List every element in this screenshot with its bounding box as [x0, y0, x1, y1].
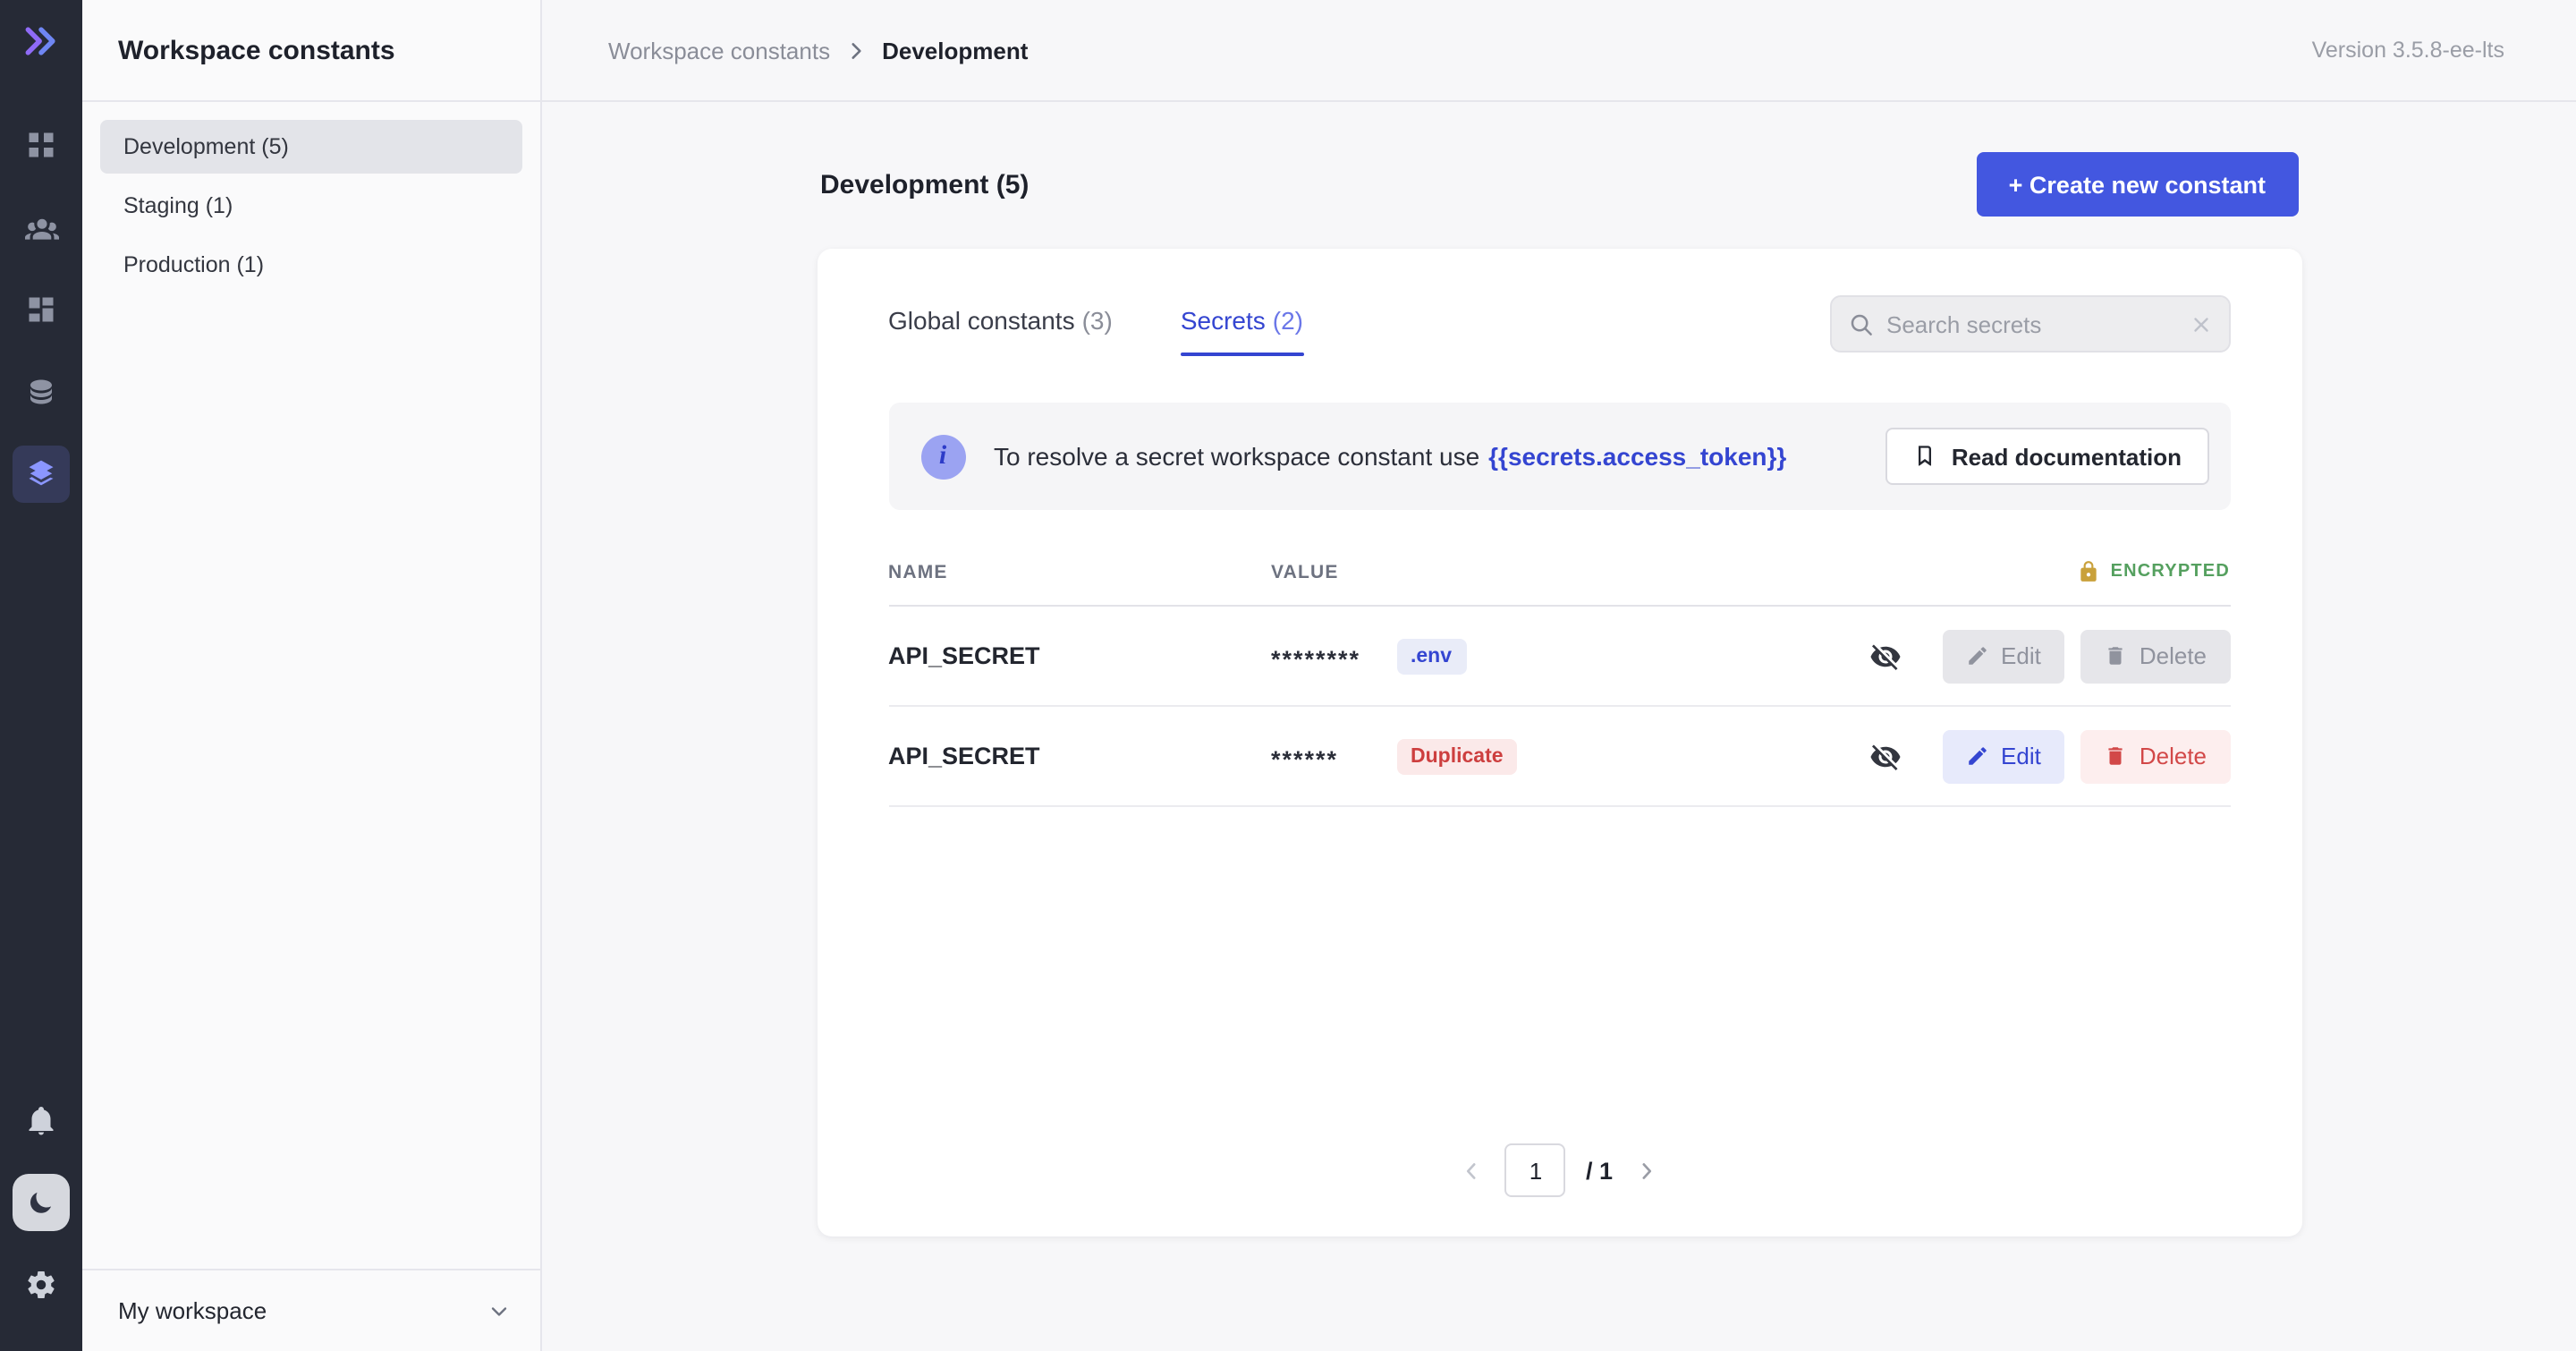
sidebar-title: Workspace constants — [82, 0, 540, 102]
tab-secrets-count: (2) — [1273, 306, 1303, 335]
search-secrets-box — [1829, 295, 2230, 353]
main-area: Workspace constants Development Version … — [542, 0, 2576, 1351]
workspace-selector[interactable]: My workspace — [82, 1269, 540, 1351]
workspace-selector-label: My workspace — [118, 1297, 267, 1324]
constants-card: Global constants(3) Secrets(2) — [817, 249, 2301, 1236]
nav-users-icon[interactable] — [13, 199, 70, 256]
documentation-icon — [1912, 444, 1937, 469]
app-root: Workspace constants Development (5) Stag… — [0, 0, 2576, 1351]
secret-value-cell: ******** .env — [1271, 638, 1868, 674]
column-header-value: VALUE — [1271, 561, 2077, 582]
delete-button[interactable]: Delete — [2080, 629, 2230, 683]
tab-global-constants[interactable]: Global constants(3) — [888, 306, 1113, 356]
notifications-bell-icon[interactable] — [13, 1092, 70, 1149]
tab-secrets[interactable]: Secrets(2) — [1181, 306, 1303, 356]
nav-database-icon[interactable] — [13, 363, 70, 421]
edit-button-label: Edit — [2001, 642, 2041, 669]
secret-value-masked: ****** — [1271, 739, 1385, 773]
nav-constants-icon[interactable] — [13, 446, 70, 503]
delete-button[interactable]: Delete — [2080, 729, 2230, 783]
info-banner: i To resolve a secret workspace constant… — [888, 403, 2230, 510]
info-banner-text: To resolve a secret workspace constant u… — [994, 442, 1857, 471]
tab-secrets-label: Secrets — [1181, 306, 1266, 335]
total-pages-label: / 1 — [1586, 1157, 1613, 1184]
trash-icon — [2104, 744, 2127, 768]
create-constant-button[interactable]: + Create new constant — [1977, 152, 2298, 217]
breadcrumb-current: Development — [882, 37, 1028, 64]
lock-icon — [2077, 560, 2100, 583]
settings-gear-icon[interactable] — [13, 1256, 70, 1313]
nav-apps-icon[interactable] — [13, 116, 70, 174]
info-banner-message: To resolve a secret workspace constant u… — [994, 442, 1479, 471]
secret-token-example: {{secrets.access_token}} — [1488, 442, 1786, 471]
column-header-name: NAME — [888, 561, 1271, 582]
read-documentation-button[interactable]: Read documentation — [1885, 428, 2208, 485]
table-row: API_SECRET ******** .env — [888, 607, 2230, 707]
pagination: 1 / 1 — [888, 1115, 2230, 1236]
prev-page-icon[interactable] — [1459, 1157, 1486, 1184]
breadcrumb-parent[interactable]: Workspace constants — [608, 37, 830, 64]
secret-value-masked: ******** — [1271, 639, 1385, 673]
tab-global-constants-label: Global constants — [888, 306, 1075, 335]
version-label: Version 3.5.8-ee-lts — [2312, 38, 2504, 63]
pencil-icon — [1965, 644, 1988, 667]
tab-global-constants-count: (3) — [1082, 306, 1113, 335]
clear-search-icon[interactable] — [2189, 312, 2212, 336]
table-empty-space — [888, 807, 2230, 1115]
info-icon: i — [920, 434, 965, 479]
current-page[interactable]: 1 — [1505, 1143, 1566, 1197]
sidebar-item-staging[interactable]: Staging (1) — [100, 179, 522, 233]
toggle-visibility-icon[interactable] — [1868, 640, 1901, 672]
read-documentation-label: Read documentation — [1952, 443, 2182, 470]
environment-list: Development (5) Staging (1) Production (… — [82, 102, 540, 1269]
edit-button[interactable]: Edit — [1942, 729, 2064, 783]
row-actions: Edit Delete — [1868, 729, 2230, 783]
theme-toggle-moon-icon[interactable] — [13, 1174, 70, 1231]
secret-value-cell: ****** Duplicate — [1271, 738, 1868, 774]
content: Development (5) + Create new constant Gl… — [542, 102, 2576, 1351]
nav-rail — [0, 0, 82, 1351]
kestra-logo[interactable] — [21, 21, 61, 61]
sidebar-item-development[interactable]: Development (5) — [100, 120, 522, 174]
tab-bar: Global constants(3) Secrets(2) — [888, 306, 1303, 356]
delete-button-label: Delete — [2140, 743, 2207, 769]
table-header: NAME VALUE ENCRYPTED — [888, 539, 2230, 607]
chevron-right-icon — [844, 38, 868, 62]
page-title: Development (5) — [820, 169, 1029, 200]
env-source-badge: .env — [1396, 638, 1466, 674]
nav-dashboard-icon[interactable] — [13, 281, 70, 338]
edit-button[interactable]: Edit — [1942, 629, 2064, 683]
search-input[interactable] — [1886, 310, 2176, 337]
toggle-visibility-icon[interactable] — [1868, 740, 1901, 772]
column-header-encrypted: ENCRYPTED — [2077, 560, 2230, 583]
sidebar: Workspace constants Development (5) Stag… — [82, 0, 542, 1351]
trash-icon — [2104, 644, 2127, 667]
duplicate-badge: Duplicate — [1396, 738, 1518, 774]
breadcrumb: Workspace constants Development — [608, 37, 1028, 64]
row-actions: Edit Delete — [1868, 629, 2230, 683]
secret-name: API_SECRET — [888, 642, 1271, 669]
topbar: Workspace constants Development Version … — [542, 0, 2576, 102]
search-icon — [1847, 310, 1874, 337]
table-row: API_SECRET ****** Duplicate — [888, 707, 2230, 807]
sidebar-item-production[interactable]: Production (1) — [100, 238, 522, 292]
delete-button-label: Delete — [2140, 642, 2207, 669]
edit-button-label: Edit — [2001, 743, 2041, 769]
pencil-icon — [1965, 744, 1988, 768]
secret-name: API_SECRET — [888, 743, 1271, 769]
next-page-icon[interactable] — [1632, 1157, 1659, 1184]
chevron-down-icon — [487, 1298, 512, 1323]
encrypted-header-label: ENCRYPTED — [2111, 562, 2230, 582]
